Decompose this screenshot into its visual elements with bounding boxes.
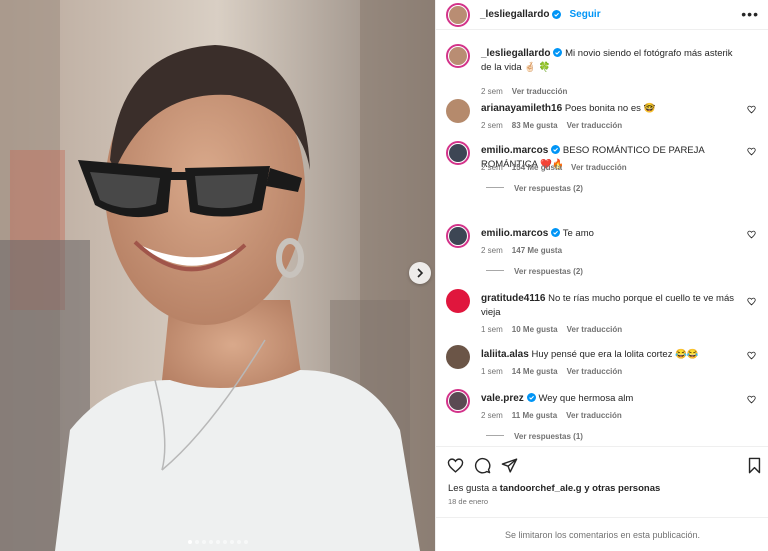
comment-icon[interactable] bbox=[474, 457, 491, 474]
chevron-right-icon bbox=[417, 268, 424, 278]
carousel-dot bbox=[194, 540, 199, 544]
carousel-dot bbox=[236, 540, 241, 544]
comment-text: laliita.alas Huy pensé que era la lolita… bbox=[481, 349, 699, 360]
likes-count[interactable]: 10 Me gusta bbox=[512, 325, 558, 334]
heart-icon[interactable] bbox=[747, 105, 756, 114]
comment-meta: 2 sem 11 Me gusta Ver traducción bbox=[481, 411, 622, 420]
view-replies-button[interactable]: Ver respuestas (2) bbox=[486, 267, 583, 276]
portrait-image bbox=[0, 0, 435, 551]
carousel-dot bbox=[208, 540, 213, 544]
comment-text: arianayamileth16 Poes bonita no es 🤓 bbox=[481, 103, 656, 114]
commenter-username[interactable]: vale.prez bbox=[481, 393, 524, 404]
translate-link[interactable]: Ver traducción bbox=[512, 87, 568, 96]
commenter-username[interactable]: emilio.marcos bbox=[481, 145, 548, 156]
commenter-avatar[interactable] bbox=[446, 99, 470, 123]
commenter-avatar[interactable] bbox=[446, 389, 470, 413]
comment-meta: 2 sem 154 Me gusta Ver traducción bbox=[481, 163, 627, 172]
replies-divider bbox=[486, 435, 504, 436]
post-header: _lesliegallardo Seguir ••• bbox=[436, 0, 768, 30]
more-options-icon[interactable]: ••• bbox=[741, 6, 759, 22]
comment-text: gratitude4116 No te rías mucho porque el… bbox=[481, 293, 734, 318]
liker-username[interactable]: tandoorchef_ale.g bbox=[500, 483, 582, 494]
others-link[interactable]: y otras personas bbox=[582, 483, 660, 494]
heart-icon[interactable] bbox=[747, 297, 756, 306]
carousel-next-button[interactable] bbox=[409, 262, 431, 284]
likes-count[interactable]: 83 Me gusta bbox=[512, 121, 558, 130]
action-bar bbox=[436, 446, 768, 482]
view-replies-button[interactable]: Ver respuestas (2) bbox=[486, 184, 583, 193]
view-replies-button[interactable]: Ver respuestas (1) bbox=[486, 432, 583, 441]
heart-icon[interactable] bbox=[447, 457, 464, 474]
translate-link[interactable]: Ver traducción bbox=[567, 121, 623, 130]
translate-link[interactable]: Ver traducción bbox=[571, 163, 627, 172]
likes-count[interactable]: 147 Me gusta bbox=[512, 246, 562, 255]
carousel-dot bbox=[229, 540, 234, 544]
carousel-dot bbox=[243, 540, 248, 544]
commenter-avatar[interactable] bbox=[446, 289, 470, 313]
carousel-dot bbox=[187, 540, 192, 544]
post-side-panel: _lesliegallardo Seguir ••• _lesliegallar… bbox=[435, 0, 768, 551]
author-avatar[interactable] bbox=[446, 2, 470, 27]
replies-divider bbox=[486, 187, 504, 188]
heart-icon[interactable] bbox=[747, 395, 756, 404]
carousel-dot bbox=[201, 540, 206, 544]
commenter-avatar[interactable] bbox=[446, 141, 470, 165]
carousel-dot bbox=[215, 540, 220, 544]
follow-button[interactable]: Seguir bbox=[569, 9, 600, 20]
bookmark-icon[interactable] bbox=[746, 457, 763, 474]
comment-text: emilio.marcos Te amo bbox=[481, 228, 594, 239]
likes-count[interactable]: 14 Me gusta bbox=[512, 367, 558, 376]
caption-text: _lesliegallardo Mi novio siendo el fotóg… bbox=[481, 48, 733, 73]
comment-text: vale.prez Wey que hermosa alm bbox=[481, 393, 634, 404]
comments-limited-notice: Se limitaron los comentarios en esta pub… bbox=[436, 517, 768, 551]
comments-list[interactable]: _lesliegallardo Mi novio siendo el fotóg… bbox=[436, 31, 768, 444]
translate-link[interactable]: Ver traducción bbox=[567, 325, 623, 334]
likes-count[interactable]: 11 Me gusta bbox=[512, 411, 557, 420]
translate-link[interactable]: Ver traducción bbox=[566, 411, 622, 420]
verified-badge-icon bbox=[551, 145, 561, 154]
post-photo[interactable] bbox=[0, 0, 435, 551]
commenter-avatar[interactable] bbox=[446, 224, 470, 248]
verified-badge-icon bbox=[553, 48, 563, 57]
comment-meta: 2 sem 147 Me gusta bbox=[481, 246, 563, 255]
comment-meta: 1 sem 10 Me gusta Ver traducción bbox=[481, 325, 623, 334]
commenter-avatar[interactable] bbox=[446, 345, 470, 369]
verified-badge-icon bbox=[551, 228, 561, 237]
comment-meta: 2 sem 83 Me gusta Ver traducción bbox=[481, 121, 623, 130]
heart-icon[interactable] bbox=[747, 147, 756, 156]
likes-summary: Les gusta a tandoorchef_ale.g y otras pe… bbox=[448, 483, 661, 494]
commenter-username[interactable]: gratitude4116 bbox=[481, 293, 545, 304]
heart-icon[interactable] bbox=[747, 230, 756, 239]
replies-divider bbox=[486, 270, 504, 271]
translate-link[interactable]: Ver traducción bbox=[567, 367, 623, 376]
author-avatar[interactable] bbox=[446, 44, 470, 68]
likes-count[interactable]: 154 Me gusta bbox=[512, 163, 562, 172]
heart-icon[interactable] bbox=[747, 351, 756, 360]
verified-badge-icon bbox=[526, 393, 536, 402]
share-icon[interactable] bbox=[501, 457, 518, 474]
carousel-dots bbox=[0, 540, 435, 544]
author-username[interactable]: _lesliegallardo bbox=[480, 9, 549, 20]
commenter-username[interactable]: emilio.marcos bbox=[481, 228, 548, 239]
post-date: 18 de enero bbox=[448, 497, 489, 506]
comment-meta: 1 sem 14 Me gusta Ver traducción bbox=[481, 367, 623, 376]
commenter-username[interactable]: laliita.alas bbox=[481, 349, 529, 360]
carousel-dot bbox=[222, 540, 227, 544]
verified-badge-icon bbox=[552, 10, 562, 19]
caption-meta: 2 sem Ver traducción bbox=[481, 87, 568, 96]
commenter-username[interactable]: arianayamileth16 bbox=[481, 103, 562, 114]
